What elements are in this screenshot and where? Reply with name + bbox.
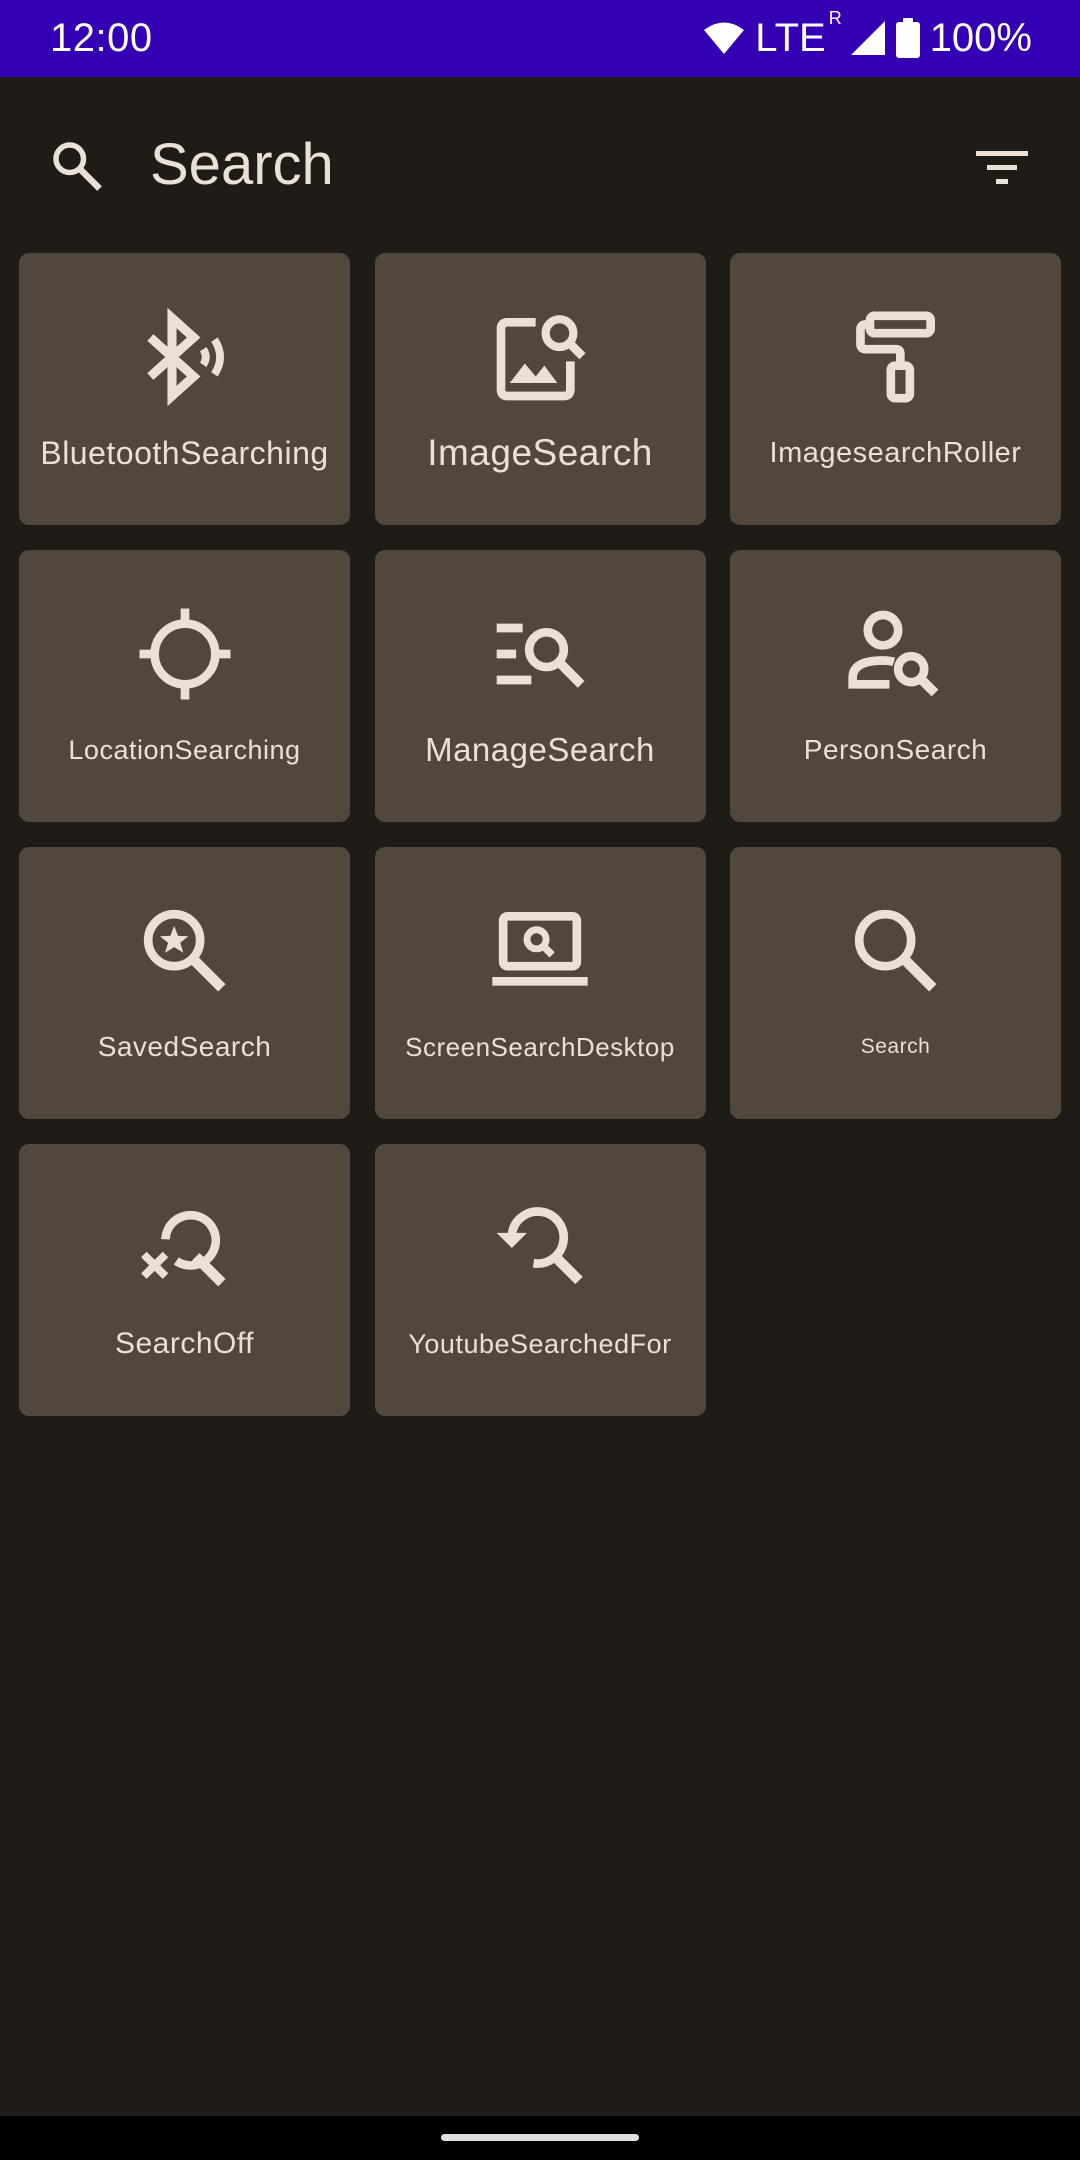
tile-label: LocationSearching [68,735,301,765]
tile-screen-search-desktop[interactable]: ScreenSearchDesktop [374,847,706,1119]
screen-search-desktop-icon [488,899,592,1003]
status-time: 12:00 [50,16,153,60]
roaming-indicator: R [828,8,842,28]
tile-imagesearch-roller[interactable]: ImagesearchRoller [730,253,1061,525]
search-icon[interactable] [46,135,106,195]
tile-manage-search[interactable]: ManageSearch [374,550,706,822]
saved-search-icon [133,899,237,1003]
cell-signal-icon [850,20,886,56]
tile-label: YoutubeSearchedFor [408,1329,672,1359]
manage-search-icon [488,602,592,706]
tile-label: SearchOff [114,1327,255,1360]
tile-search[interactable]: Search [730,847,1061,1119]
icon-grid: BluetoothSearching ImageSearch Imagesear… [19,253,1061,1416]
tile-location-searching[interactable]: LocationSearching [19,550,350,822]
battery-percent: 100% [929,16,1032,60]
tile-label: ImageSearch [427,432,653,473]
tile-label: Search [860,1035,931,1058]
status-bar: 12:00 LTE R 100% [0,0,1080,77]
youtube-searched-for-icon [488,1196,592,1300]
person-search-icon [844,602,948,706]
tile-label: ManageSearch [425,731,655,768]
status-icons: LTE R 100% [703,8,1032,62]
tile-bluetooth-searching[interactable]: BluetoothSearching [19,253,350,525]
tile-youtube-searched-for[interactable]: YoutubeSearchedFor [374,1144,706,1416]
search-off-icon [133,1196,237,1300]
tile-label: ImagesearchRoller [769,437,1022,469]
tile-label: BluetoothSearching [40,435,329,471]
tile-label: ScreenSearchDesktop [405,1032,675,1062]
search-icon [844,899,948,1003]
tile-saved-search[interactable]: SavedSearch [19,847,350,1119]
tile-image-search[interactable]: ImageSearch [374,253,706,525]
location-searching-icon [133,602,237,706]
tile-label: SavedSearch [97,1031,272,1062]
navigation-bar [0,2116,1080,2160]
wifi-icon [703,21,745,55]
bluetooth-searching-icon [133,305,237,409]
tile-person-search[interactable]: PersonSearch [730,550,1061,822]
network-type: LTE [755,16,826,60]
search-bar [0,77,1080,253]
image-search-icon [488,305,592,409]
network-indicator: LTE R [755,8,841,62]
tile-label: PersonSearch [803,734,988,765]
battery-icon [895,18,920,58]
home-gesture-handle[interactable] [441,2134,639,2141]
filter-icon[interactable] [974,145,1030,189]
imagesearch-roller-icon [844,305,948,409]
search-input[interactable] [150,127,850,203]
tile-search-off[interactable]: SearchOff [19,1144,350,1416]
